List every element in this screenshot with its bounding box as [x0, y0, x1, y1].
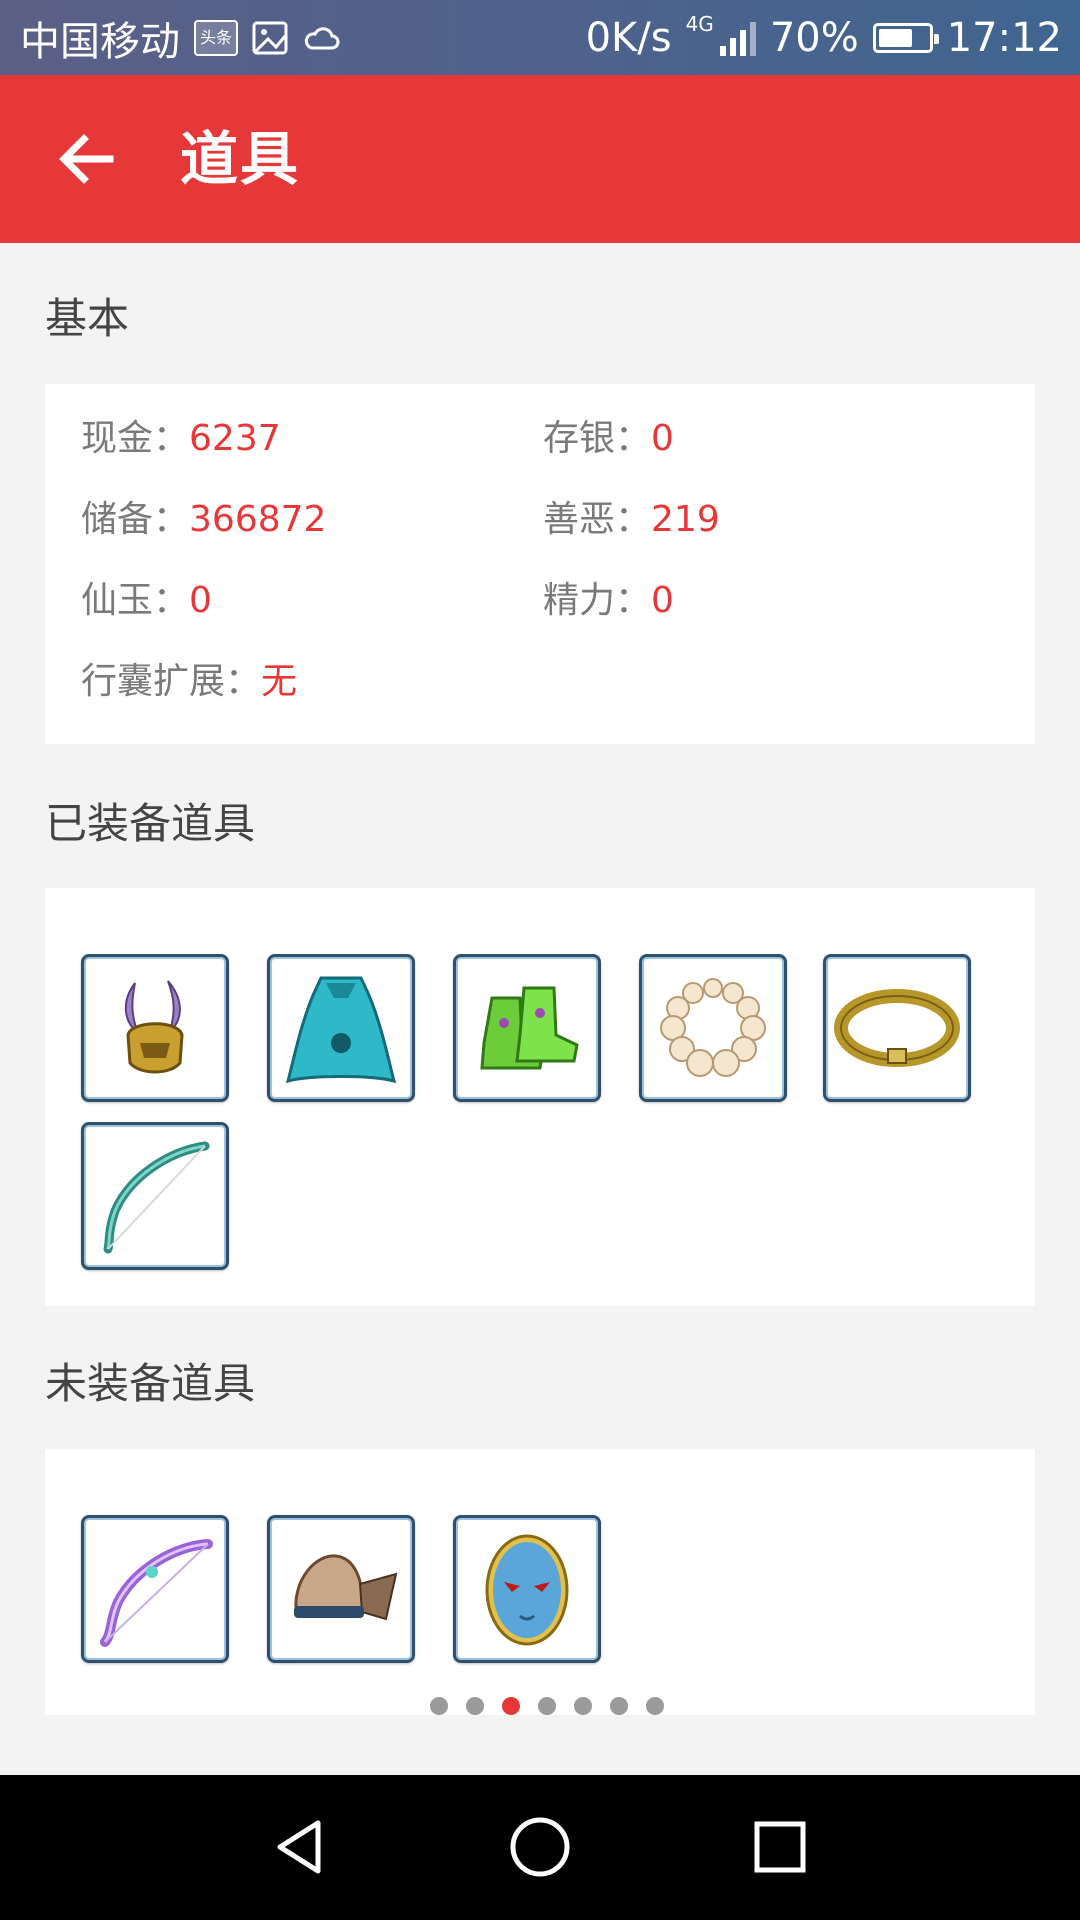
reserve-label: 储备： [81, 499, 190, 540]
horned-helmet-icon [124, 980, 184, 1074]
news-app-icon: 头条 [194, 19, 238, 56]
equipped-section-title: 已装备道具 [45, 799, 256, 848]
jade-value: 0 [189, 580, 212, 621]
back-button[interactable] [46, 119, 126, 199]
bag-expansion-item: 行囊扩展：无 [81, 657, 297, 707]
purple-bow-icon [100, 1539, 213, 1647]
pearl-necklace-icon [660, 978, 766, 1077]
page-dot[interactable] [646, 1697, 664, 1715]
equipped-item-slot[interactable] [81, 1122, 229, 1270]
clock-label: 17:12 [946, 14, 1062, 61]
savings-item: 存银：0 [543, 414, 674, 464]
carrier-label: 中国移动 [20, 18, 180, 65]
blue-mask-icon [485, 1534, 569, 1646]
page-dot[interactable] [466, 1697, 484, 1715]
karma-value: 219 [651, 499, 720, 540]
unequipped-items-card [45, 1449, 1035, 1715]
arrow-left-icon [59, 134, 114, 184]
reserve-value: 366872 [189, 499, 327, 540]
unequipped-item-slot[interactable] [81, 1515, 229, 1663]
weather-cloud-icon [302, 22, 340, 54]
unequipped-item-slot[interactable] [267, 1515, 415, 1663]
karma-item: 善恶：219 [543, 495, 720, 545]
page-dot[interactable] [538, 1697, 556, 1715]
basic-info-card: 现金：6237 存银：0 储备：366872 善恶：219 仙玉：0 精力：0 … [45, 384, 1035, 744]
app-bar: 道具 [0, 75, 1080, 243]
jade-label: 仙玉： [81, 580, 190, 621]
cash-item: 现金：6237 [81, 414, 281, 464]
unequipped-section-title: 未装备道具 [45, 1359, 256, 1408]
nav-home-button[interactable] [490, 1797, 590, 1897]
equipped-item-slot[interactable] [453, 954, 601, 1102]
battery-percent-label: 70% [769, 14, 859, 61]
page-dot[interactable] [610, 1697, 628, 1715]
cash-label: 现金： [81, 418, 190, 459]
gold-belt-icon [834, 989, 960, 1067]
savings-label: 存银： [543, 418, 652, 459]
page-dot-active[interactable] [502, 1697, 520, 1715]
page-title: 道具 [180, 125, 301, 193]
green-boots-icon [480, 986, 579, 1070]
network-type-label: 4G [685, 11, 714, 36]
karma-label: 善恶： [543, 499, 652, 540]
nav-recents-button[interactable] [730, 1797, 830, 1897]
page-dot[interactable] [430, 1697, 448, 1715]
triangle-back-icon [277, 1820, 321, 1874]
system-nav-bar [0, 1775, 1080, 1920]
cloth-hat-icon [294, 1554, 398, 1621]
savings-value: 0 [651, 418, 674, 459]
equipped-item-slot[interactable] [823, 954, 971, 1102]
page-indicator [430, 1697, 664, 1715]
cash-value: 6237 [189, 418, 281, 459]
nav-back-button[interactable] [250, 1797, 350, 1897]
equipped-item-slot[interactable] [81, 954, 229, 1102]
basic-section-title: 基本 [45, 294, 130, 343]
jade-bow-icon [103, 1141, 210, 1254]
reserve-item: 储备：366872 [81, 495, 326, 545]
image-icon [252, 21, 288, 55]
signal-icon [719, 20, 756, 56]
jade-item: 仙玉：0 [81, 576, 212, 626]
circle-home-icon [510, 1817, 570, 1877]
teal-cape-icon [285, 976, 397, 1084]
square-recents-icon [754, 1821, 806, 1873]
energy-item: 精力：0 [543, 576, 674, 626]
unequipped-item-slot[interactable] [453, 1515, 601, 1663]
battery-icon [872, 22, 939, 53]
equipped-item-slot[interactable] [267, 954, 415, 1102]
status-bar: 中国移动 头条 0K/s 4G 70% 17:12 [0, 0, 1080, 75]
bag-expansion-label: 行囊扩展： [81, 661, 262, 702]
net-speed-label: 0K/s [585, 14, 672, 61]
bag-expansion-value: 无 [261, 661, 298, 702]
equipped-item-slot[interactable] [639, 954, 787, 1102]
page-dot[interactable] [574, 1697, 592, 1715]
energy-label: 精力： [543, 580, 652, 621]
equipped-items-card [45, 888, 1035, 1306]
energy-value: 0 [651, 580, 674, 621]
